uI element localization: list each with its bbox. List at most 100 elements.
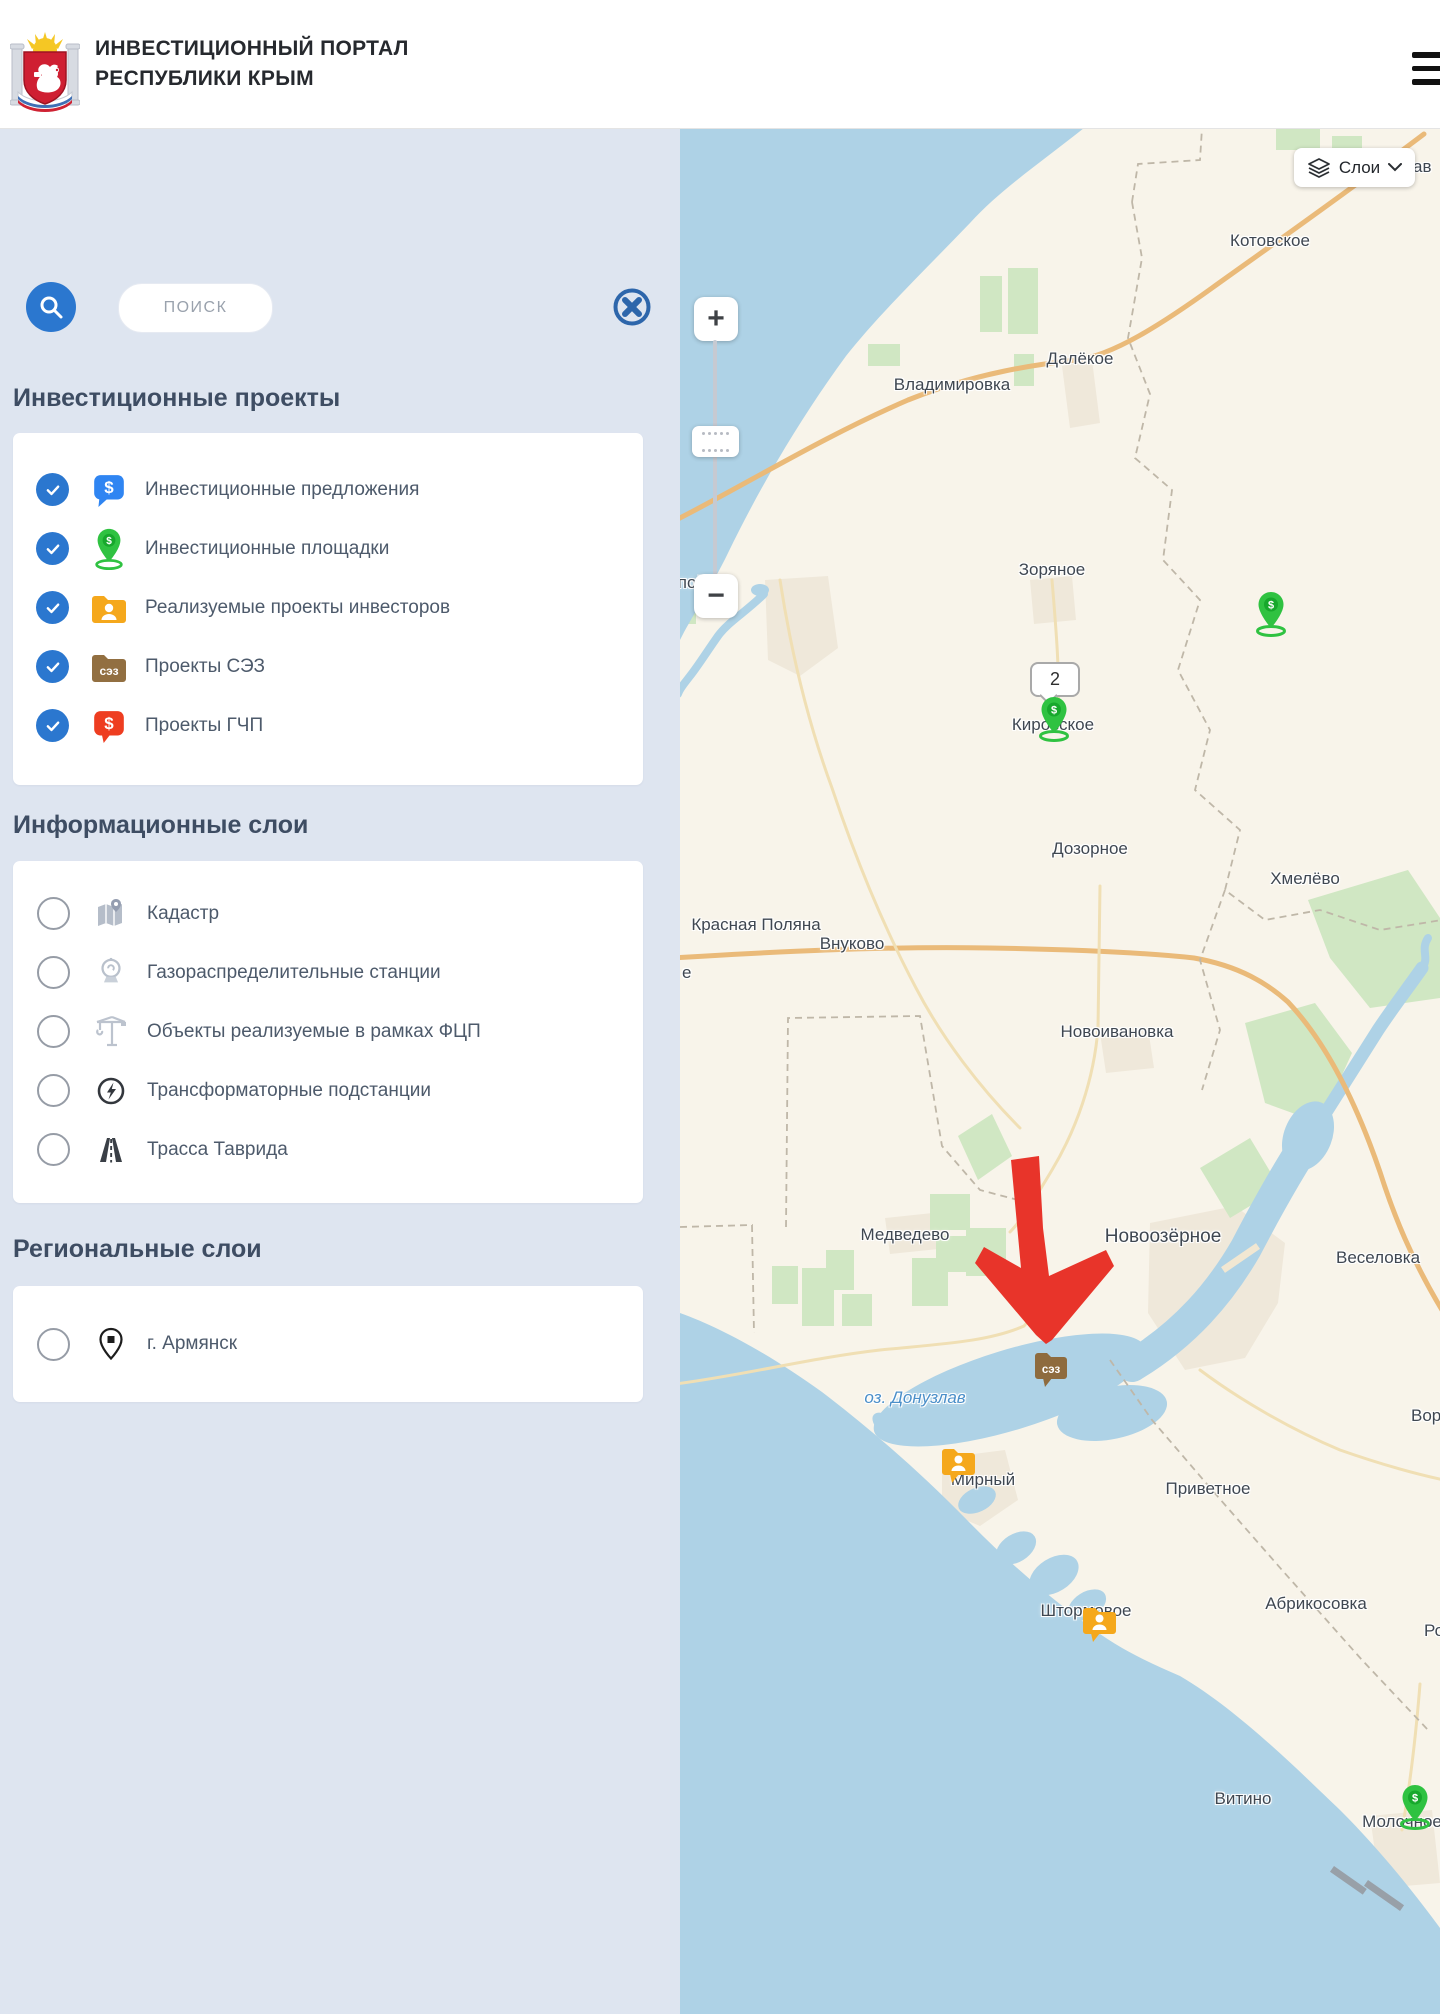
- layer-item-invest-offers[interactable]: $ Инвестиционные предложения: [13, 460, 643, 519]
- layer-item-cadastre[interactable]: Кадастр: [13, 884, 643, 943]
- town-label: Хмелёво: [1270, 869, 1340, 889]
- checkbox-checked-icon[interactable]: [36, 709, 69, 742]
- town-label: Веселовка: [1336, 1248, 1420, 1268]
- gas-station-lamp-icon: [89, 956, 133, 990]
- sez-project-marker[interactable]: сэз: [1033, 1348, 1069, 1393]
- town-label: Красная Поляна: [691, 915, 820, 935]
- layer-item-gas-stations[interactable]: Газораспределительные станции: [13, 943, 643, 1002]
- checkbox-checked-icon[interactable]: [36, 532, 69, 565]
- svg-text:$: $: [104, 714, 114, 733]
- construction-crane-icon: [89, 1014, 133, 1050]
- checkbox-checked-icon[interactable]: [36, 591, 69, 624]
- layer-label: Инвестиционные площадки: [145, 538, 389, 560]
- info-layers-card: Кадастр Газораспределительные станции: [13, 861, 643, 1203]
- town-label: Зоряное: [1019, 560, 1086, 580]
- invest-layers-card: $ Инвестиционные предложения $ Инвестици…: [13, 433, 643, 785]
- filters-sidebar: ПОИСК Инвестиционные проекты $ Инвестици…: [0, 128, 680, 2014]
- layer-label: Кадастр: [147, 903, 219, 925]
- layer-item-armyansk[interactable]: г. Армянск: [13, 1315, 643, 1374]
- zoom-out-button[interactable]: −: [694, 574, 738, 618]
- zoom-in-button[interactable]: +: [694, 297, 738, 341]
- chevron-down-icon: [1388, 163, 1402, 172]
- town-label: Дозорное: [1052, 839, 1128, 859]
- search-icon: [38, 294, 64, 320]
- town-label: Котовское: [1230, 231, 1310, 251]
- search-button[interactable]: [26, 282, 76, 332]
- layer-label: Проекты СЭЗ: [145, 656, 265, 678]
- town-label-fragment: ав: [1413, 157, 1432, 177]
- svg-text:сэз: сэз: [99, 664, 118, 678]
- gchp-bubble-dollar-icon: $: [87, 708, 131, 744]
- invest-site-pin-marker[interactable]: $: [1037, 696, 1071, 747]
- layer-label: г. Армянск: [147, 1333, 237, 1355]
- investor-project-marker[interactable]: [1081, 1603, 1118, 1648]
- town-label: Медведево: [861, 1225, 950, 1245]
- svg-text:$: $: [106, 535, 112, 546]
- search-input[interactable]: ПОИСК: [118, 283, 273, 333]
- town-label: Абрикосовка: [1265, 1594, 1367, 1614]
- radio-unchecked-icon[interactable]: [37, 1074, 70, 1107]
- layer-item-fcp-objects[interactable]: Объекты реализуемые в рамках ФЦП: [13, 1002, 643, 1061]
- app-header: ИНВЕСТИЦИОННЫЙ ПОРТАЛ РЕСПУБЛИКИ КРЫМ: [0, 0, 1440, 129]
- town-label: Новоивановка: [1061, 1022, 1174, 1042]
- checkbox-checked-icon[interactable]: [36, 473, 69, 506]
- invest-offer-bubble-dollar-icon: $: [87, 472, 131, 508]
- section-title-regional: Региональные слои: [13, 1235, 262, 1264]
- investor-project-marker[interactable]: [940, 1444, 977, 1489]
- zoom-slider-handle[interactable]: [692, 426, 739, 457]
- town-label: Приветное: [1166, 1479, 1251, 1499]
- town-label: Новоозёрное: [1105, 1226, 1222, 1248]
- layer-label: Реализуемые проекты инвесторов: [145, 597, 450, 619]
- layers-button[interactable]: Слои: [1294, 148, 1415, 187]
- invest-site-pin-marker[interactable]: $: [1398, 1784, 1432, 1835]
- town-label-fragment: е: [682, 963, 691, 983]
- transformer-bolt-icon: [89, 1074, 133, 1108]
- cadastre-map-icon: [89, 897, 133, 931]
- layer-item-sez-projects[interactable]: сэз Проекты СЭЗ: [13, 637, 643, 696]
- checkbox-checked-icon[interactable]: [36, 650, 69, 683]
- layer-item-transformer-substations[interactable]: Трансформаторные подстанции: [13, 1061, 643, 1120]
- map-canvas[interactable]: Котовское Далёкое Владимировка Зоряное В…: [680, 128, 1440, 2014]
- layer-item-invest-sites[interactable]: $ Инвестиционные площадки: [13, 519, 643, 578]
- layer-item-investor-projects[interactable]: Реализуемые проекты инвесторов: [13, 578, 643, 637]
- layer-label: Проекты ГЧП: [145, 715, 263, 737]
- town-label: Далёкое: [1047, 349, 1114, 369]
- layer-label: Объекты реализуемые в рамках ФЦП: [147, 1021, 481, 1043]
- town-label: Витино: [1215, 1789, 1272, 1809]
- armyansk-pin-icon: [89, 1327, 133, 1361]
- svg-text:$: $: [1051, 705, 1057, 717]
- svg-text:$: $: [104, 478, 114, 497]
- town-label: Воробьёво: [1411, 1406, 1440, 1426]
- radio-unchecked-icon[interactable]: [37, 897, 70, 930]
- highway-icon: [89, 1133, 133, 1167]
- svg-text:$: $: [1412, 1793, 1418, 1805]
- section-title-invest: Инвестиционные проекты: [13, 384, 340, 413]
- sez-folder-icon: сэз: [87, 651, 131, 683]
- invest-site-pin-marker[interactable]: $: [1254, 591, 1288, 642]
- layer-item-gchp-projects[interactable]: $ Проекты ГЧП: [13, 696, 643, 755]
- invest-site-pin-dollar-icon: $: [87, 528, 131, 570]
- layer-label: Трасса Таврида: [147, 1139, 288, 1161]
- menu-hamburger-icon[interactable]: [1412, 52, 1440, 86]
- layer-item-tavrida-highway[interactable]: Трасса Таврида: [13, 1120, 643, 1179]
- radio-unchecked-icon[interactable]: [37, 1133, 70, 1166]
- layers-icon: [1307, 156, 1331, 180]
- svg-text:сэз: сэз: [1042, 1364, 1061, 1376]
- svg-text:$: $: [1268, 600, 1274, 612]
- town-label: Ро: [1424, 1621, 1440, 1641]
- radio-unchecked-icon[interactable]: [37, 1328, 70, 1361]
- investor-folder-person-icon: [87, 592, 131, 624]
- page-title: ИНВЕСТИЦИОННЫЙ ПОРТАЛ РЕСПУБЛИКИ КРЫМ: [95, 34, 409, 94]
- layer-label: Инвестиционные предложения: [145, 479, 419, 501]
- cluster-count-badge[interactable]: 2: [1030, 662, 1080, 697]
- lake-label: оз. Донузлав: [864, 1388, 965, 1408]
- layer-label: Газораспределительные станции: [147, 962, 441, 984]
- section-title-info: Информационные слои: [13, 811, 308, 840]
- regional-layers-card: г. Армянск: [13, 1286, 643, 1402]
- clear-search-icon[interactable]: [612, 287, 652, 327]
- basemap: [680, 128, 1440, 2014]
- town-label: Внуково: [820, 934, 885, 954]
- radio-unchecked-icon[interactable]: [37, 1015, 70, 1048]
- radio-unchecked-icon[interactable]: [37, 956, 70, 989]
- layers-button-label: Слои: [1339, 158, 1380, 178]
